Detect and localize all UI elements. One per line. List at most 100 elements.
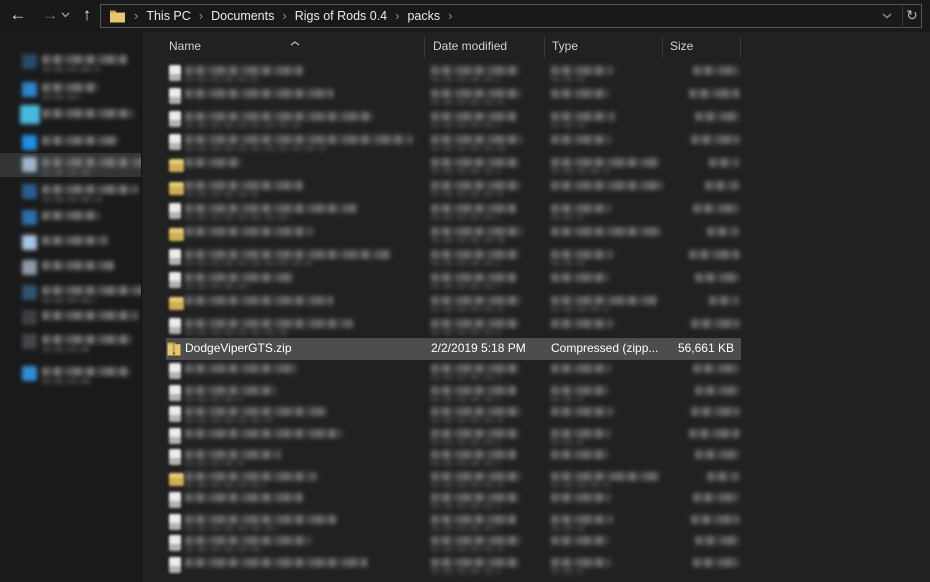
file-icon: [169, 318, 181, 334]
breadcrumb-item[interactable]: Documents: [211, 5, 274, 27]
breadcrumb-separator-icon[interactable]: ›: [126, 5, 146, 27]
file-row[interactable]: [166, 511, 741, 533]
sidebar-item[interactable]: [0, 281, 158, 305]
file-row[interactable]: [166, 532, 741, 554]
address-bar[interactable]: › This PC › Documents › Rigs of Rods 0.4 › pack…: [100, 4, 922, 28]
redacted-text: [551, 76, 585, 82]
column-header-size[interactable]: Size: [670, 39, 693, 53]
file-row[interactable]: [166, 246, 741, 269]
redacted-text: [689, 89, 739, 98]
file-row[interactable]: [166, 85, 741, 108]
file-row[interactable]: [166, 177, 741, 200]
redacted-text: [185, 89, 333, 98]
sidebar-item[interactable]: [0, 306, 141, 330]
folder-icon: [169, 228, 184, 241]
sidebar-item-icon: [22, 260, 37, 275]
sidebar-item-icon: [22, 310, 37, 325]
column-divider[interactable]: [424, 36, 425, 58]
sidebar-item[interactable]: [0, 206, 141, 230]
sidebar-item[interactable]: [0, 131, 141, 155]
file-row[interactable]: [166, 62, 741, 85]
file-row[interactable]: [166, 425, 741, 447]
recent-locations-chevron-icon[interactable]: [57, 0, 73, 30]
redacted-text: [42, 297, 97, 303]
redacted-text: [431, 306, 503, 312]
sidebar-item[interactable]: [0, 104, 141, 128]
file-row[interactable]: [166, 315, 741, 338]
column-header-name[interactable]: Name: [169, 39, 201, 53]
redacted-text: [42, 346, 90, 352]
redacted-text: [42, 158, 150, 167]
redacted-text: [691, 319, 739, 328]
file-row[interactable]: [166, 382, 741, 404]
redacted-text: [551, 122, 586, 128]
refresh-icon[interactable]: ↻: [902, 4, 921, 28]
file-row[interactable]: [166, 292, 741, 315]
sidebar-item-selected[interactable]: [0, 153, 150, 177]
file-row[interactable]: [166, 403, 741, 425]
redacted-text: [431, 428, 519, 438]
column-divider[interactable]: [662, 36, 663, 58]
sidebar-item[interactable]: [0, 256, 141, 280]
file-row[interactable]: [166, 269, 741, 292]
column-divider[interactable]: [740, 36, 741, 58]
selected-file-date-modified: 2/2/2019 5:18 PM: [431, 341, 526, 355]
redacted-text: [431, 250, 519, 259]
redacted-text: [693, 493, 739, 502]
breadcrumb-item[interactable]: Rigs of Rods 0.4: [295, 5, 387, 27]
redacted-text: [185, 407, 327, 416]
sidebar-item-icon: [22, 210, 37, 225]
redacted-text: [691, 407, 739, 416]
sidebar-item[interactable]: [0, 231, 141, 255]
redacted-text: [185, 296, 333, 305]
redacted-text: [551, 438, 584, 445]
redacted-text: [431, 329, 501, 335]
file-row[interactable]: [166, 554, 741, 576]
file-icon: [169, 88, 181, 104]
column-divider[interactable]: [544, 36, 545, 58]
file-row[interactable]: [166, 154, 741, 177]
sidebar-item[interactable]: [0, 78, 141, 102]
file-row[interactable]: [166, 131, 741, 154]
redacted-text: [551, 260, 585, 266]
column-header-type[interactable]: Type: [552, 39, 578, 53]
file-row-selected[interactable]: DodgeViperGTS.zip 2/2/2019 5:18 PM Compres…: [166, 338, 741, 360]
file-row[interactable]: [166, 360, 741, 382]
file-row[interactable]: [166, 489, 741, 511]
file-row[interactable]: [166, 108, 741, 131]
file-row[interactable]: [166, 446, 741, 468]
file-row[interactable]: [166, 223, 741, 246]
sidebar-item[interactable]: [0, 180, 141, 204]
back-icon[interactable]: ←: [4, 0, 32, 30]
sidebar-item[interactable]: [0, 50, 141, 74]
address-dropdown-icon[interactable]: [874, 5, 900, 27]
file-list: DodgeViperGTS.zip 2/2/2019 5:18 PM Compres…: [166, 62, 741, 575]
file-icon: [169, 203, 181, 219]
sidebar-item[interactable]: [0, 330, 141, 354]
redacted-text: [431, 145, 505, 151]
file-icon: [169, 272, 181, 288]
redacted-text: [431, 524, 500, 531]
breadcrumb-separator-icon[interactable]: ›: [387, 5, 407, 27]
file-row[interactable]: [166, 200, 741, 223]
redacted-text: [705, 181, 739, 190]
redacted-text: [551, 557, 611, 567]
sidebar-item-icon: [22, 334, 37, 349]
up-icon[interactable]: ↑: [74, 0, 100, 30]
breadcrumb-item[interactable]: This PC: [146, 5, 190, 27]
breadcrumb-separator-icon[interactable]: ›: [440, 5, 460, 27]
redacted-text: [551, 567, 584, 574]
redacted-text: [185, 471, 317, 481]
sidebar-item[interactable]: [0, 362, 141, 386]
breadcrumb-separator-icon[interactable]: ›: [191, 5, 211, 27]
redacted-text: [691, 514, 739, 524]
breadcrumb-item[interactable]: packs: [407, 5, 440, 27]
redacted-text: [431, 460, 500, 466]
file-row[interactable]: [166, 468, 741, 490]
redacted-text: [431, 66, 519, 75]
column-header-date-modified[interactable]: Date modified: [433, 39, 507, 53]
breadcrumb-separator-icon[interactable]: ›: [274, 5, 294, 27]
sort-ascending-icon: [290, 33, 300, 51]
redacted-text: [42, 185, 138, 194]
file-list-pane: Name Date modified Type Size DodgeViperG…: [142, 32, 930, 582]
